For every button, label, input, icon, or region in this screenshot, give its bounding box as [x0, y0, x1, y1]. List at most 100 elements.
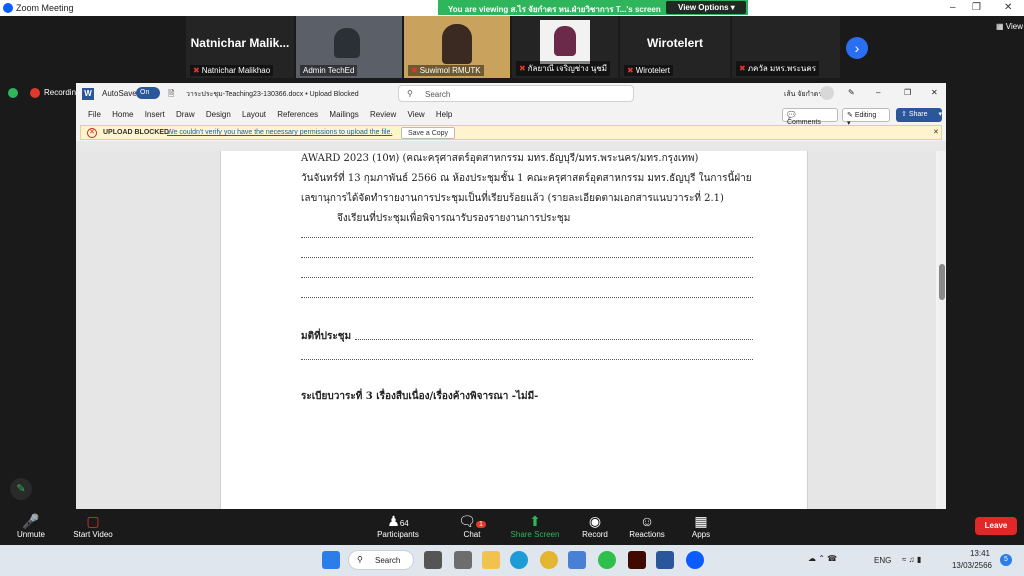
participant-name: ภควัล มหร.พระนคร	[747, 64, 816, 73]
tab-view[interactable]: View	[407, 110, 424, 119]
network-icon[interactable]: ≈ ♫ ▮	[902, 555, 921, 564]
close-icon[interactable]: ✕	[931, 88, 938, 97]
vertical-scrollbar[interactable]	[938, 151, 946, 509]
edge-icon[interactable]	[510, 551, 528, 569]
view-options-button[interactable]: View Options ▾	[666, 1, 746, 14]
clock-time[interactable]: 13:41	[960, 549, 990, 558]
tab-design[interactable]: Design	[206, 110, 231, 119]
apps-button[interactable]: ▦ Apps	[686, 513, 716, 539]
autosave-toggle[interactable]: On	[136, 87, 160, 99]
tab-file[interactable]: File	[88, 110, 101, 119]
word-taskbar-icon[interactable]	[656, 551, 674, 569]
editing-mode-button[interactable]: ✎ Editing ▾	[842, 108, 890, 127]
autosave-state: On	[140, 89, 150, 96]
user-name[interactable]: เส้น จัยกำดร	[784, 89, 822, 100]
search-icon: ⚲	[407, 89, 413, 98]
agenda-3-heading: ระเบียบวาระที่ 3 เรื่องสืบเนื่อง/เรื่องค…	[301, 391, 539, 402]
chrome-icon[interactable]	[540, 551, 558, 569]
participant-tile[interactable]: Wirotelert ✖ Wirotelert	[620, 16, 730, 78]
notification-badge[interactable]: 5	[1000, 554, 1012, 566]
chat-button[interactable]: 🗨 1 Chat	[454, 513, 490, 539]
leave-button[interactable]: Leave	[975, 517, 1017, 535]
participant-name: Admin TechEd	[303, 66, 355, 75]
record-label: Record	[582, 530, 608, 539]
zoom-taskbar-icon[interactable]	[686, 551, 704, 569]
apps-icon: ▦	[694, 513, 708, 529]
doc-line: AWARD 2023 (10ท) (คณะครุศาสตร์อุตสาหกรรม…	[301, 153, 699, 164]
reactions-button[interactable]: ☺ Reactions	[626, 513, 668, 539]
unmute-button[interactable]: 🎤 Unmute	[14, 513, 48, 539]
shield-icon	[8, 88, 18, 98]
participant-gallery: Natnichar Malik... ✖ Natnichar Malikhao A…	[0, 16, 1024, 80]
restore-icon[interactable]: ❐	[904, 88, 911, 97]
participant-name-tag: ✖ Natnichar Malikhao	[190, 65, 274, 76]
share-button[interactable]: ⇧ Share ▾	[896, 108, 942, 122]
minimize-icon[interactable]: –	[876, 88, 880, 97]
taskbar-search[interactable]: ⚲ Search	[348, 550, 414, 570]
horizontal-ruler[interactable]	[76, 141, 946, 151]
participant-tile[interactable]: Admin TechEd	[296, 16, 402, 78]
clock-date[interactable]: 13/03/2566	[950, 561, 992, 570]
search-box[interactable]: ⚲ Search	[398, 85, 634, 102]
tab-insert[interactable]: Insert	[145, 110, 165, 119]
next-page-arrow-icon[interactable]: ›	[846, 37, 868, 59]
file-explorer-icon[interactable]	[482, 551, 500, 569]
close-icon[interactable]: ✕	[1004, 2, 1012, 13]
tab-help[interactable]: Help	[436, 110, 452, 119]
document-filename[interactable]: วาระประชุม-Teaching23-130366.docx • Uplo…	[186, 89, 359, 100]
upload-blocked-message[interactable]: We couldn't verify you have the necessar…	[167, 129, 392, 136]
tab-mailings[interactable]: Mailings	[329, 110, 358, 119]
language-indicator[interactable]: ENG	[874, 556, 891, 565]
participants-button[interactable]: ♟64 Participants	[374, 513, 422, 539]
person-video-icon	[442, 24, 472, 64]
share-screen-button[interactable]: ⬆ Share Screen	[508, 513, 562, 539]
minimize-icon[interactable]: –	[950, 2, 956, 13]
annotate-pen-icon[interactable]: ✎	[10, 478, 32, 500]
participant-name: Suwimol RMUTK	[419, 66, 481, 75]
view-button[interactable]: ▦ View	[996, 22, 1023, 31]
participant-tile[interactable]: ✖ Suwimol RMUTK	[404, 16, 510, 78]
participant-name-tag: ✖ ภควัล มหร.พระนคร	[736, 61, 819, 76]
tab-home[interactable]: Home	[112, 110, 133, 119]
unmute-label: Unmute	[16, 530, 45, 539]
comments-button[interactable]: 💬 Comments	[782, 108, 838, 126]
tab-references[interactable]: References	[277, 110, 318, 119]
windows-start-icon[interactable]	[322, 551, 340, 569]
tab-draw[interactable]: Draw	[176, 110, 195, 119]
tab-layout[interactable]: Layout	[242, 110, 266, 119]
video-off-icon: ▢	[86, 513, 100, 529]
ribbon-tabs: File Home Insert Draw Design Layout Refe…	[88, 110, 461, 119]
ms-store-icon[interactable]	[568, 551, 586, 569]
tab-review[interactable]: Review	[370, 110, 396, 119]
widgets-icon[interactable]	[454, 551, 472, 569]
pen-icon[interactable]: ✎	[848, 88, 855, 97]
start-video-button[interactable]: ▢ Start Video	[70, 513, 116, 539]
dotted-line	[301, 297, 753, 298]
document-canvas[interactable]: AWARD 2023 (10ท) (คณะครุศาสตร์อุตสาหกรรม…	[76, 151, 936, 509]
muted-mic-icon: ✖	[627, 66, 634, 75]
scrollbar-thumb[interactable]	[939, 264, 945, 300]
participant-name-tag: ✖ Suwimol RMUTK	[408, 65, 484, 76]
avatar[interactable]	[820, 86, 834, 100]
dotted-line	[355, 339, 753, 340]
search-icon: ⚲	[357, 555, 363, 564]
muted-mic-icon: ✖	[519, 64, 526, 73]
illustrator-icon[interactable]	[628, 551, 646, 569]
editing-label: Editing	[854, 112, 877, 119]
maximize-icon[interactable]: ❐	[972, 2, 981, 13]
task-view-icon[interactable]	[424, 551, 442, 569]
save-file-icon[interactable]: 🗎	[168, 88, 174, 102]
save-copy-button[interactable]: Save a Copy	[401, 127, 455, 139]
share-label: Share	[908, 111, 928, 118]
participant-tile[interactable]: ✖ ภควัล มหร.พระนคร	[732, 16, 840, 78]
document-page[interactable]: AWARD 2023 (10ท) (คณะครุศาสตร์อุตสาหกรรม…	[220, 151, 808, 509]
participant-tile[interactable]: ✖ กัลยาณี เจริญช่าง นุชมี	[512, 16, 618, 78]
participant-name-tag: ✖ Wirotelert	[624, 65, 673, 76]
system-tray-icons[interactable]: ☁ ⌃ ☎	[808, 554, 837, 563]
close-message-icon[interactable]: ✕	[933, 128, 939, 136]
chat-badge: 1	[475, 521, 486, 528]
line-app-icon[interactable]	[598, 551, 616, 569]
chat-label: Chat	[463, 530, 481, 539]
record-button[interactable]: ◉ Record	[578, 513, 612, 539]
participant-tile[interactable]: Natnichar Malik... ✖ Natnichar Malikhao	[186, 16, 294, 78]
